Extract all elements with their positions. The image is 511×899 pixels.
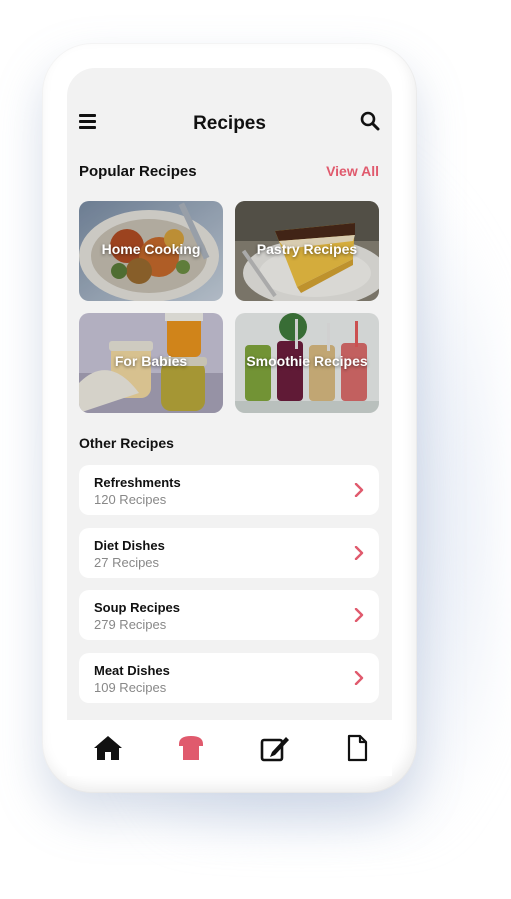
document-icon[interactable]	[342, 734, 372, 762]
list-item-count: 120 Recipes	[94, 492, 167, 507]
chevron-right-icon	[354, 671, 364, 685]
other-recipes-title: Other Recipes	[79, 435, 174, 451]
app-header: Recipes	[67, 68, 392, 148]
search-icon[interactable]	[360, 111, 380, 131]
list-item-name: Soup Recipes	[94, 600, 180, 615]
tile-label: Pastry Recipes	[256, 241, 358, 257]
list-item-count: 279 Recipes	[94, 617, 167, 632]
home-icon[interactable]	[93, 734, 123, 762]
recipe-tile-for-babies[interactable]: For Babies	[79, 313, 223, 413]
chevron-right-icon	[354, 483, 364, 497]
list-item-count: 109 Recipes	[94, 680, 167, 695]
tile-label: Home Cooking	[101, 241, 201, 257]
bottom-tab-bar	[67, 720, 392, 776]
list-item-name: Refreshments	[94, 475, 181, 490]
popular-recipes-header: Popular Recipes View All	[79, 163, 379, 185]
list-item-name: Diet Dishes	[94, 538, 165, 553]
stage: Recipes Popular Recipes View All Home Co…	[0, 0, 511, 899]
recipe-tile-smoothie-recipes[interactable]: Smoothie Recipes	[235, 313, 379, 413]
app-screen: Recipes Popular Recipes View All Home Co…	[67, 68, 392, 720]
tile-label: Smoothie Recipes	[246, 353, 368, 369]
list-item-count: 27 Recipes	[94, 555, 160, 570]
recipe-tile-home-cooking[interactable]: Home Cooking	[79, 201, 223, 301]
popular-recipes-title: Popular Recipes	[79, 163, 197, 180]
tile-label: For Babies	[114, 353, 188, 369]
list-item-meat-dishes[interactable]: Meat Dishes 109 Recipes	[79, 653, 379, 703]
edit-icon[interactable]	[260, 734, 290, 762]
recipe-tile-pastry-recipes[interactable]: Pastry Recipes	[235, 201, 379, 301]
list-item-refreshments[interactable]: Refreshments 120 Recipes	[79, 465, 379, 515]
page-title: Recipes	[193, 113, 266, 134]
chevron-right-icon	[354, 608, 364, 622]
list-item-name: Meat Dishes	[94, 663, 170, 678]
view-all-link[interactable]: View All	[326, 163, 379, 179]
list-item-soup-recipes[interactable]: Soup Recipes 279 Recipes	[79, 590, 379, 640]
chevron-right-icon	[354, 546, 364, 560]
chef-hat-icon[interactable]	[176, 734, 206, 762]
list-item-diet-dishes[interactable]: Diet Dishes 27 Recipes	[79, 528, 379, 578]
